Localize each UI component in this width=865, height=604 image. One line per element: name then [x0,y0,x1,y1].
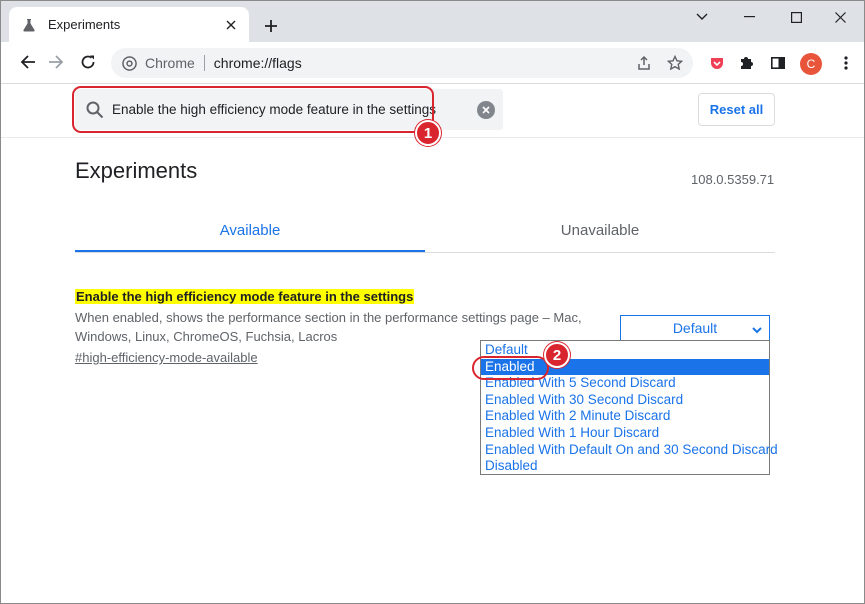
browser-window: Experiments Chrome chrome://flags C Enab… [0,0,865,604]
more-menu-icon[interactable] [832,49,860,77]
option-enabled-2m[interactable]: Enabled With 2 Minute Discard [481,408,769,425]
annotation-enabled-highlight [472,356,549,380]
back-icon[interactable] [14,48,42,76]
chevron-down-icon [751,323,763,335]
flag-title: Enable the high efficiency mode feature … [75,289,415,304]
annotation-badge-2: 2 [544,342,570,368]
share-icon[interactable] [632,48,656,78]
profile-avatar[interactable]: C [800,53,822,75]
maximize-icon[interactable] [773,3,819,31]
tab-unavailable[interactable]: Unavailable [425,208,775,253]
toolbar: Chrome chrome://flags C [1,42,864,84]
minimize-icon[interactable] [726,3,772,31]
tab-title: Experiments [48,17,121,32]
tab-strip: Experiments [1,1,864,42]
tab-search-icon[interactable] [679,3,725,31]
omnibox-separator [203,55,205,71]
version-number: 108.0.5359.71 [691,172,775,187]
option-enabled-30s[interactable]: Enabled With 30 Second Discard [481,392,769,409]
active-tab-indicator [75,250,425,252]
clear-search-icon[interactable] [477,101,495,119]
option-disabled[interactable]: Disabled [481,458,769,475]
flag-permalink[interactable]: #high-efficiency-mode-available [75,350,258,365]
reset-all-button[interactable]: Reset all [698,93,775,126]
select-value: Default [672,320,718,336]
bookmark-star-icon[interactable] [663,48,687,78]
reload-icon[interactable] [74,48,102,76]
annotation-search-highlight [72,86,434,133]
close-tab-icon[interactable] [221,15,241,35]
chrome-logo-icon [121,55,137,71]
new-tab-icon[interactable] [260,15,282,37]
option-enabled-1h[interactable]: Enabled With 1 Hour Discard [481,425,769,442]
side-panel-icon[interactable] [764,49,792,77]
extensions-puzzle-icon[interactable] [732,49,760,77]
content-tabs: Available Unavailable [75,208,775,253]
omnibox[interactable]: Chrome chrome://flags [111,48,693,78]
annotation-badge-1: 1 [415,120,441,146]
page-title: Experiments [75,158,198,183]
close-window-icon[interactable] [817,3,863,31]
omnibox-url: chrome://flags [213,55,302,71]
tab-available[interactable]: Available [75,208,425,253]
forward-icon[interactable] [42,48,70,76]
flag-state-select[interactable]: Default [620,315,770,341]
omnibox-origin: Chrome [145,55,195,71]
flask-icon [21,17,37,33]
option-enabled-default-on-30s[interactable]: Enabled With Default On and 30 Second Di… [481,442,778,459]
tab-experiments[interactable]: Experiments [9,7,249,42]
pocket-icon[interactable] [703,49,731,77]
